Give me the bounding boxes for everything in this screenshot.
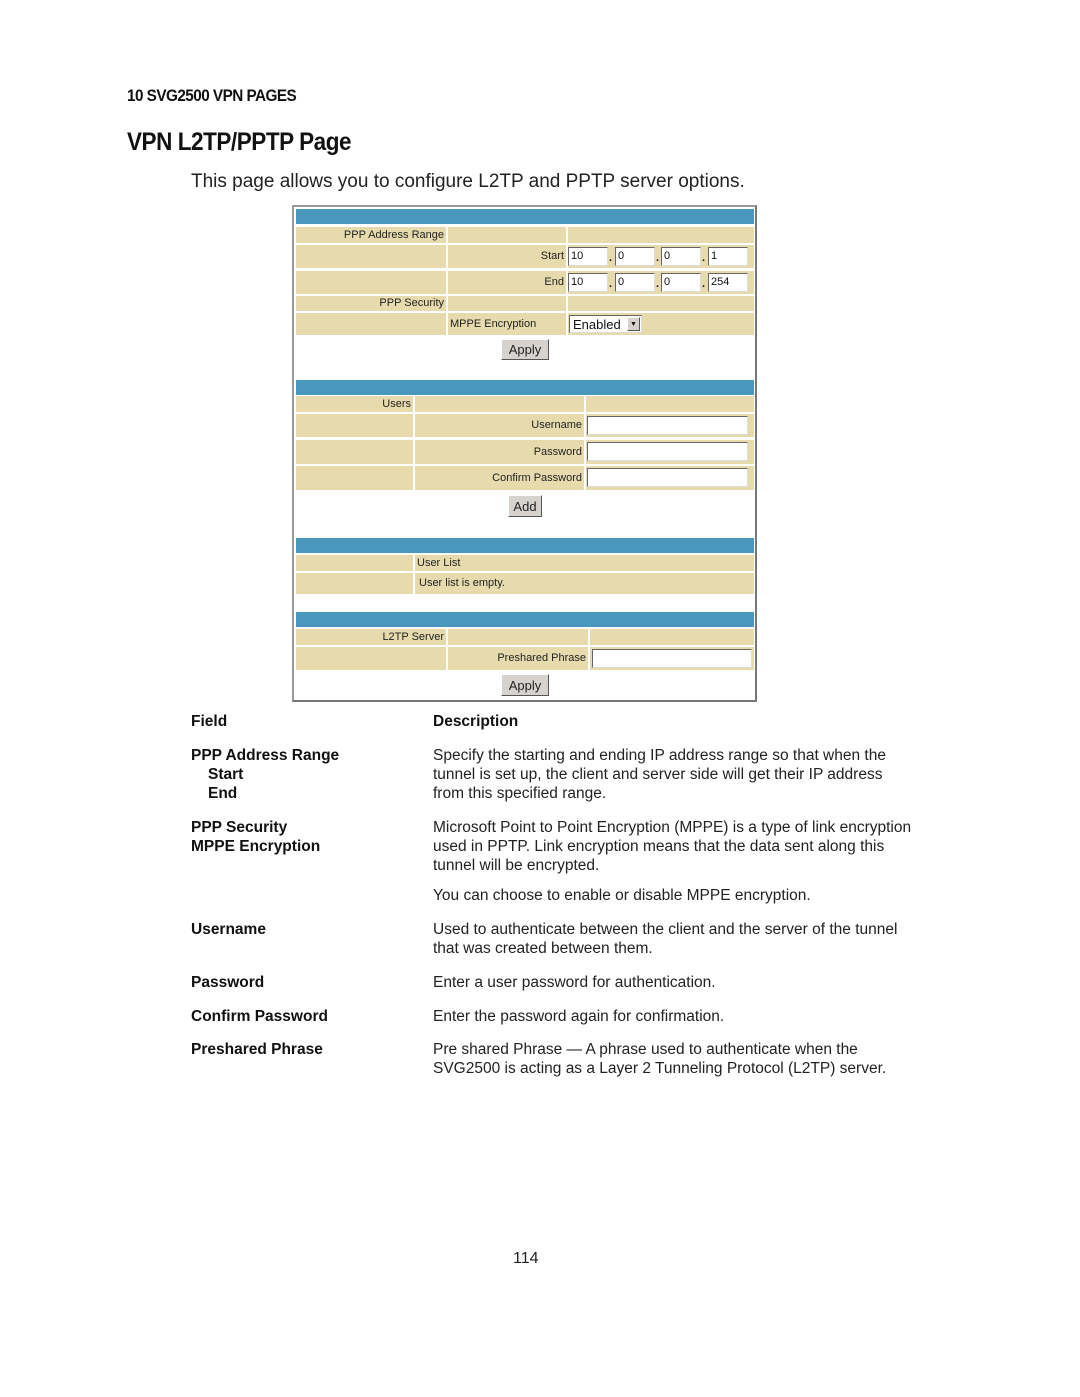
field-start: Start (208, 766, 244, 783)
field-mppe-encryption: MPPE Encryption (191, 838, 321, 855)
field-end: End (208, 785, 238, 802)
dot: . (609, 278, 613, 290)
add-button[interactable]: Add (508, 495, 542, 517)
end-label: End (448, 271, 566, 294)
cell (296, 555, 413, 571)
end-ip-octet-3[interactable]: 0 (661, 273, 701, 292)
cell (568, 296, 754, 311)
apply-button[interactable]: Apply (501, 339, 549, 360)
mppe-encryption-label: MPPE Encryption (448, 313, 566, 335)
field-username: Username (191, 921, 266, 938)
description-line: used in PPTP. Link encryption means that… (433, 838, 885, 855)
section-header-bar (296, 538, 754, 553)
ppp-address-range-label: PPP Address Range (296, 227, 446, 243)
start-ip-octet-1[interactable]: 10 (568, 247, 608, 266)
end-ip-octet-4[interactable]: 254 (708, 273, 748, 292)
cell (448, 227, 566, 243)
dropdown-arrow-icon[interactable]: ▼ (627, 317, 640, 331)
dot: . (656, 252, 660, 264)
ppp-security-label: PPP Security (296, 296, 446, 311)
description-line: SVG2500 is acting as a Layer 2 Tunneling… (433, 1060, 887, 1077)
start-ip-octet-3[interactable]: 0 (661, 247, 701, 266)
description-line: Used to authenticate between the client … (433, 921, 898, 938)
section-header-bar (296, 380, 754, 395)
chapter-header: 10 SVG2500 VPN PAGES (127, 86, 297, 105)
dot: . (702, 278, 706, 290)
field-confirm-password: Confirm Password (191, 1008, 328, 1025)
l2tp-server-label: L2TP Server (296, 629, 446, 645)
intro-text: This page allows you to configure L2TP a… (191, 171, 745, 192)
cell (415, 396, 584, 412)
cell (448, 629, 588, 645)
user-list-empty-message: User list is empty. (415, 573, 754, 594)
confirm-password-input[interactable] (587, 468, 748, 487)
description-line: that was created between them. (433, 940, 653, 957)
field-ppp-security: PPP Security (191, 819, 288, 836)
description-line: You can choose to enable or disable MPPE… (433, 887, 811, 904)
field-ppp-address-range: PPP Address Range (191, 747, 340, 764)
cell (296, 271, 446, 294)
password-input[interactable] (587, 442, 748, 461)
description-column-header: Description (433, 713, 519, 730)
end-ip-octet-2[interactable]: 0 (615, 273, 655, 292)
section-header-bar (296, 209, 754, 224)
cell (448, 296, 566, 311)
page-title: VPN L2TP/PPTP Page (127, 128, 352, 156)
cell (296, 313, 446, 335)
field-column-header: Field (191, 713, 228, 730)
cell (296, 414, 413, 437)
cell (586, 396, 754, 412)
confirm-password-label: Confirm Password (415, 466, 584, 490)
mppe-encryption-select[interactable]: Enabled ▼ (569, 315, 642, 333)
dot: . (656, 278, 660, 290)
description-line: Specify the starting and ending IP addre… (433, 747, 886, 764)
description-line: Enter the password again for confirmatio… (433, 1008, 725, 1025)
description-line: tunnel will be encrypted. (433, 857, 600, 874)
preshared-phrase-label: Preshared Phrase (448, 647, 588, 670)
cell (568, 227, 754, 243)
dot: . (702, 252, 706, 264)
cell (296, 245, 446, 268)
username-input[interactable] (587, 416, 748, 435)
dot: . (609, 252, 613, 264)
field-preshared-phrase: Preshared Phrase (191, 1041, 323, 1058)
description-line: from this specified range. (433, 785, 607, 802)
preshared-phrase-input[interactable] (592, 649, 752, 668)
end-ip-octet-1[interactable]: 10 (568, 273, 608, 292)
section-header-bar (296, 612, 754, 627)
user-list-label: User List (415, 555, 754, 571)
cell (296, 647, 446, 670)
description-line: tunnel is set up, the client and server … (433, 766, 883, 783)
username-label: Username (415, 414, 584, 437)
description-line: Enter a user password for authentication… (433, 974, 716, 991)
start-ip-octet-2[interactable]: 0 (615, 247, 655, 266)
cell (296, 573, 413, 594)
cell (296, 466, 413, 490)
start-label: Start (448, 245, 566, 268)
cell (296, 440, 413, 464)
users-label: Users (296, 396, 413, 412)
field-password: Password (191, 974, 265, 991)
description-line: Microsoft Point to Point Encryption (MPP… (433, 819, 912, 836)
password-label: Password (415, 440, 584, 464)
description-line: Pre shared Phrase — A phrase used to aut… (433, 1041, 858, 1058)
cell (590, 629, 754, 645)
start-ip-octet-4[interactable]: 1 (708, 247, 748, 266)
page-number: 114 (513, 1250, 539, 1267)
apply-l2tp-button[interactable]: Apply (501, 674, 549, 696)
mppe-selected-value: Enabled (573, 316, 621, 332)
